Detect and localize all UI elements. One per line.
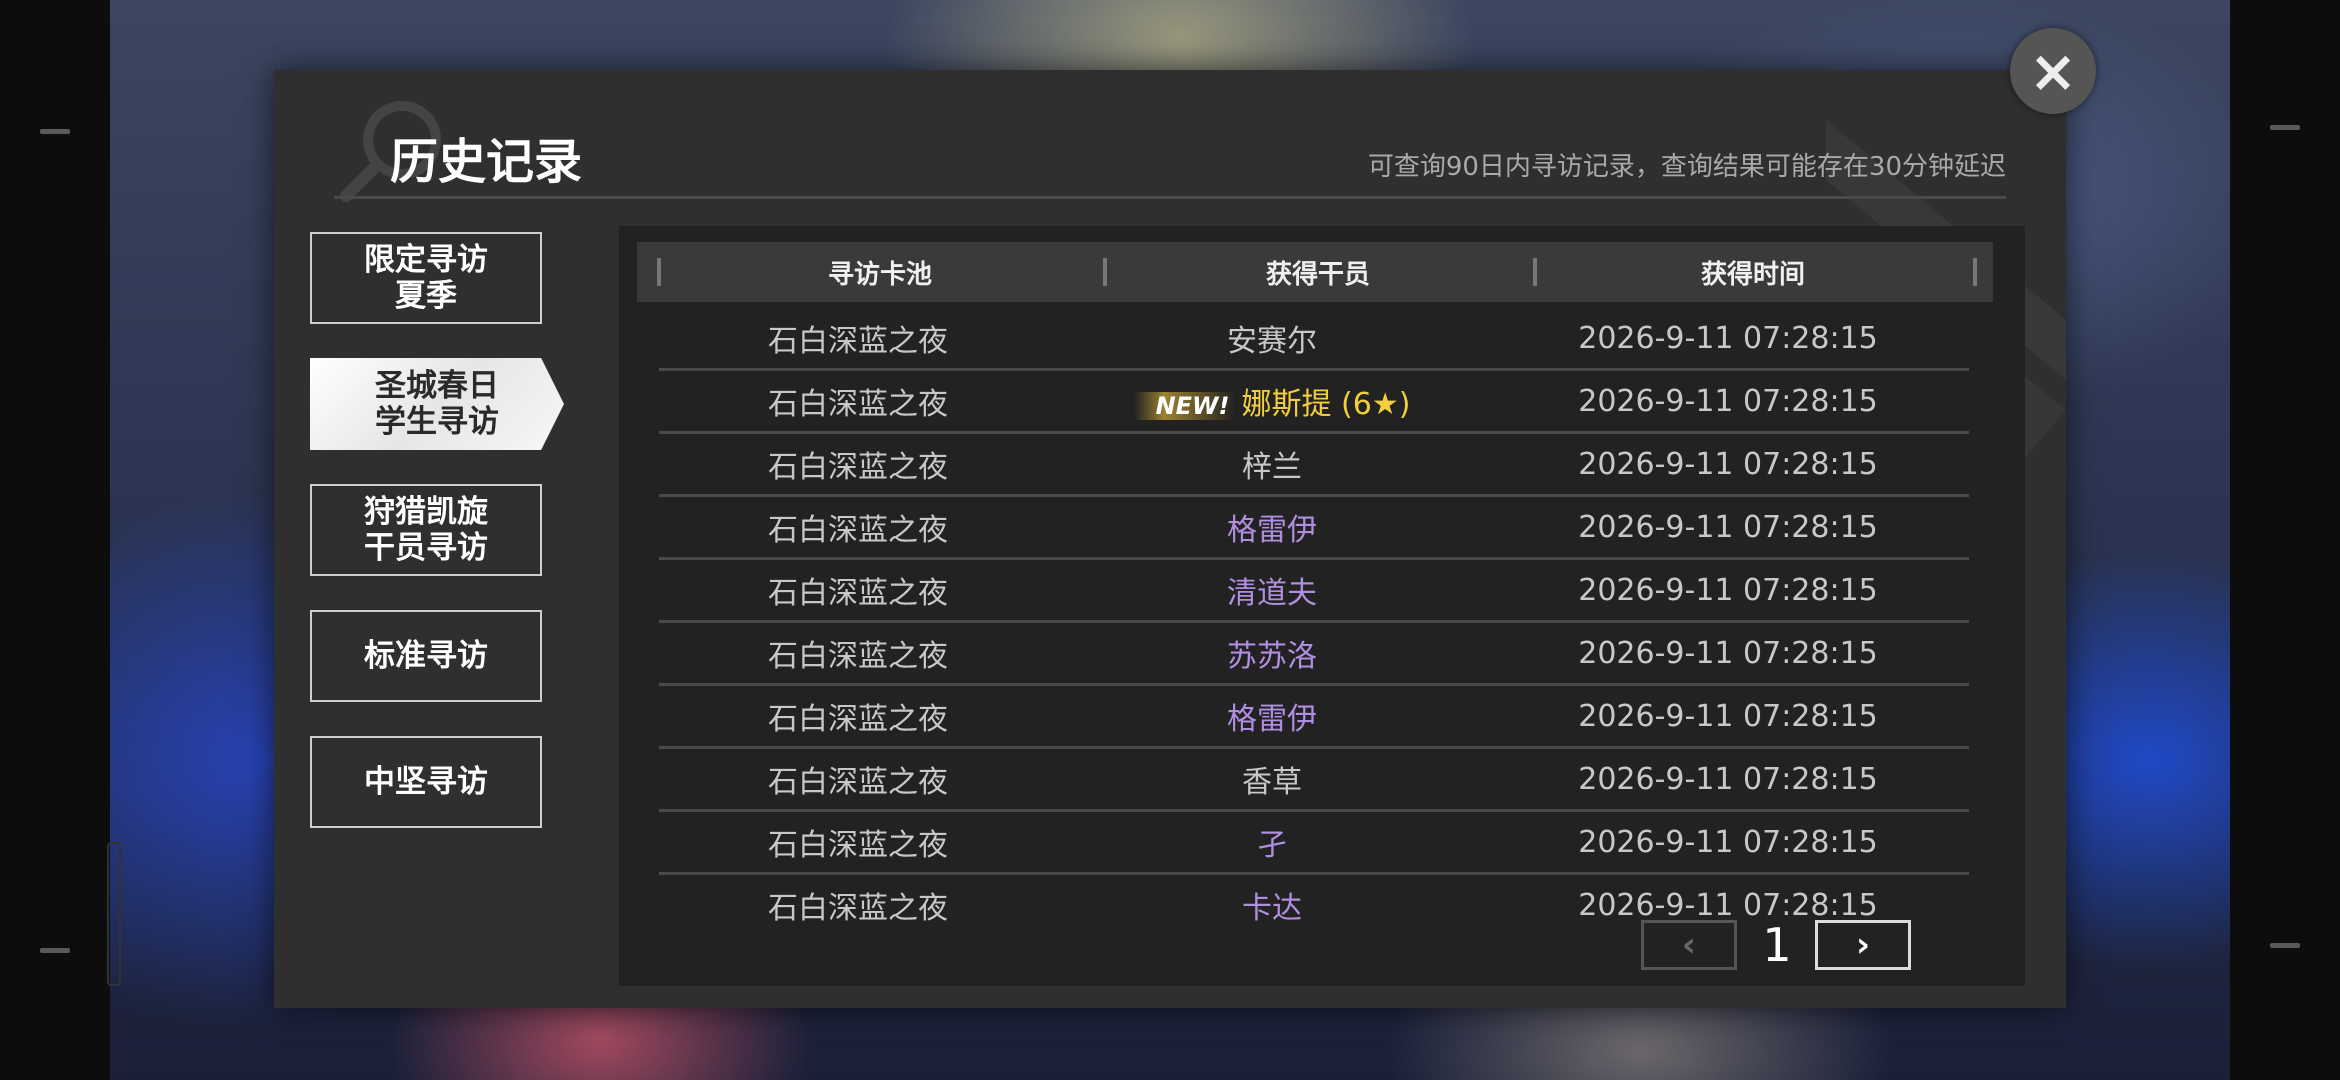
cell-operator: 格雷伊 (1057, 505, 1487, 549)
operator-name: 娜斯提 (6★) (1241, 387, 1411, 422)
dialog-subtitle: 可查询90日内寻访记录，查询结果可能存在30分钟延迟 (1367, 152, 2006, 182)
table-row: 石白深蓝之夜 安赛尔 2026-9-11 07:28:15 (659, 308, 1969, 371)
cell-pool: 石白深蓝之夜 (768, 387, 948, 422)
cell-time: 2026-9-11 07:28:15 (1578, 824, 1878, 860)
history-dialog: 历史记录 可查询90日内寻访记录，查询结果可能存在30分钟延迟 限定寻访 夏季 … (274, 70, 2066, 1008)
frame-slot (107, 842, 121, 986)
chevron-right-icon: › (1855, 925, 1870, 965)
tab-label-line1: 标准寻访 (364, 638, 488, 674)
cell-operator: 孑 (1057, 820, 1487, 864)
frame-tick (40, 129, 70, 134)
cell-pool: 石白深蓝之夜 (768, 828, 948, 863)
title-divider (334, 196, 2006, 199)
cell-pool: 石白深蓝之夜 (768, 324, 948, 359)
tab-label-line1: 圣城春日 (375, 368, 499, 404)
frame-tick (2270, 125, 2300, 130)
chevron-left-icon: ‹ (1681, 925, 1696, 965)
next-page-button[interactable]: › (1815, 920, 1911, 970)
cell-time: 2026-9-11 07:28:15 (1578, 698, 1878, 734)
operator-name: 苏苏洛 (1227, 639, 1317, 674)
close-icon: × (2028, 37, 2078, 105)
dialog-title: 历史记录 (390, 134, 583, 190)
cell-time: 2026-9-11 07:28:15 (1578, 509, 1878, 545)
cell-operator: 梓兰 (1057, 442, 1487, 486)
tab-hunting-triumph[interactable]: 狩猎凯旋 干员寻访 (310, 484, 542, 576)
table-row: 石白深蓝之夜 香草 2026-9-11 07:28:15 (659, 749, 1969, 812)
cell-pool: 石白深蓝之夜 (768, 450, 948, 485)
header-pool: 寻访卡池 (827, 259, 932, 290)
frame-tick (40, 948, 70, 953)
cell-operator: 清道夫 (1057, 568, 1487, 612)
table-row: 石白深蓝之夜 清道夫 2026-9-11 07:28:15 (659, 560, 1969, 623)
cell-operator: 香草 (1057, 757, 1487, 801)
cell-pool: 石白深蓝之夜 (768, 639, 948, 674)
operator-name: 格雷伊 (1227, 513, 1317, 548)
table-row: 石白深蓝之夜 苏苏洛 2026-9-11 07:28:15 (659, 623, 1969, 686)
cell-time: 2026-9-11 07:28:15 (1578, 635, 1878, 671)
cell-operator: 卡达 (1057, 883, 1487, 927)
operator-name: 孑 (1257, 828, 1287, 863)
cell-time: 2026-9-11 07:28:15 (1578, 383, 1878, 419)
tab-label-line2: 干员寻访 (364, 530, 488, 566)
left-frame (0, 0, 110, 1080)
table-row: 石白深蓝之夜 格雷伊 2026-9-11 07:28:15 (659, 497, 1969, 560)
cell-operator: 苏苏洛 (1057, 631, 1487, 675)
header-time: 获得时间 (1700, 259, 1805, 290)
tab-holy-city-spring[interactable]: 圣城春日 学生寻访 (310, 358, 564, 450)
cell-pool: 石白深蓝之夜 (768, 891, 948, 926)
tab-label-line1: 中坚寻访 (364, 764, 488, 800)
cell-time: 2026-9-11 07:28:15 (1578, 446, 1878, 482)
tab-core[interactable]: 中坚寻访 (310, 736, 542, 828)
cell-time: 2026-9-11 07:28:15 (1578, 761, 1878, 797)
page-number: 1 (1762, 918, 1792, 972)
right-frame (2230, 0, 2340, 1080)
tab-label-line2: 夏季 (395, 278, 457, 314)
tab-label-line2: 学生寻访 (375, 404, 499, 440)
cell-pool: 石白深蓝之夜 (768, 765, 948, 800)
cell-operator: 格雷伊 (1057, 694, 1487, 738)
table-row: 石白深蓝之夜 NEW! 娜斯提 (6★) 2026-9-11 07:28:15 (659, 371, 1969, 434)
cell-time: 2026-9-11 07:28:15 (1578, 887, 1878, 923)
table-row: 石白深蓝之夜 孑 2026-9-11 07:28:15 (659, 812, 1969, 875)
tab-label-line1: 限定寻访 (364, 242, 488, 278)
new-badge: NEW! (1133, 392, 1236, 420)
frame-tick (2270, 943, 2300, 948)
cell-operator: NEW! 娜斯提 (6★) (1057, 379, 1487, 423)
operator-name: 清道夫 (1227, 576, 1317, 611)
cell-time: 2026-9-11 07:28:15 (1578, 572, 1878, 608)
header-operator: 获得干员 (1265, 259, 1370, 290)
table-body: 石白深蓝之夜 安赛尔 2026-9-11 07:28:15 石白深蓝之夜 NEW! 娜斯提… (659, 308, 1969, 935)
operator-name: 格雷伊 (1227, 702, 1317, 737)
cell-pool: 石白深蓝之夜 (768, 513, 948, 548)
cell-pool: 石白深蓝之夜 (768, 702, 948, 737)
history-table: 寻访卡池 获得干员 获得时间 石白深蓝之夜 安赛尔 2026-9-11 07:28:… (619, 226, 2025, 986)
operator-name: 梓兰 (1242, 450, 1302, 485)
operator-name: 安赛尔 (1227, 324, 1317, 359)
prev-page-button[interactable]: ‹ (1641, 920, 1737, 970)
tab-standard[interactable]: 标准寻访 (310, 610, 542, 702)
tab-label-line1: 狩猎凯旋 (364, 494, 488, 530)
header-separator (1973, 258, 1977, 286)
table-header: 寻访卡池 获得干员 获得时间 (637, 242, 1993, 302)
table-row: 石白深蓝之夜 格雷伊 2026-9-11 07:28:15 (659, 686, 1969, 749)
cell-time: 2026-9-11 07:28:15 (1578, 320, 1878, 356)
cell-operator: 安赛尔 (1057, 316, 1487, 360)
close-button[interactable]: × (2010, 28, 2096, 114)
tab-limited-summer[interactable]: 限定寻访 夏季 (310, 232, 542, 324)
table-row: 石白深蓝之夜 梓兰 2026-9-11 07:28:15 (659, 434, 1969, 497)
operator-name: 香草 (1242, 765, 1302, 800)
cell-pool: 石白深蓝之夜 (768, 576, 948, 611)
operator-name: 卡达 (1242, 891, 1302, 926)
